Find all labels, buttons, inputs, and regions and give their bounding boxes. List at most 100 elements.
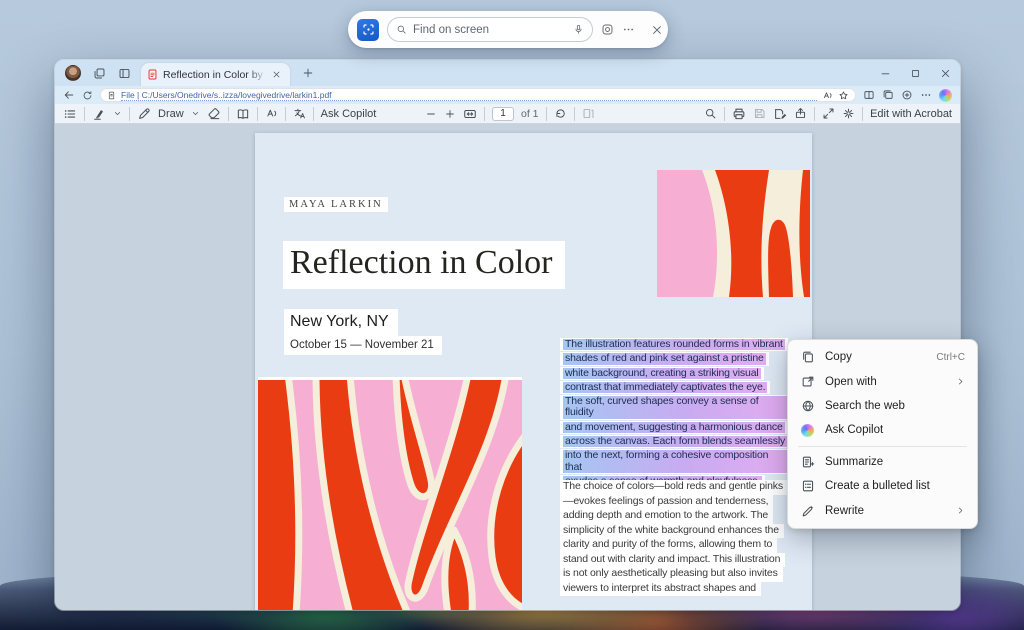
visual-search-icon[interactable] xyxy=(601,23,614,36)
settings-and-more-icon[interactable] xyxy=(920,89,932,101)
menu-item-summarize[interactable]: Summarize xyxy=(792,450,973,474)
page-view-icon[interactable] xyxy=(236,107,250,121)
close-button[interactable] xyxy=(930,60,960,86)
menu-item-bulleted-list[interactable]: Create a bulleted list xyxy=(792,474,973,498)
find-input[interactable] xyxy=(413,24,567,36)
minimize-button[interactable] xyxy=(870,60,900,86)
new-tab-icon[interactable] xyxy=(302,67,314,79)
highlighted-line[interactable]: across the canvas. Each form blends seam… xyxy=(560,435,790,448)
text-line: adding depth and emotion to the artwork.… xyxy=(560,509,773,524)
favorites-star-icon[interactable] xyxy=(838,90,849,101)
draw-chevron-icon[interactable] xyxy=(191,109,200,118)
divider xyxy=(574,107,575,121)
exhibition-location: New York, NY xyxy=(284,309,398,336)
tab-strip: Reflection in Color by Maya Larki xyxy=(55,60,960,86)
pdf-settings-gear-icon[interactable] xyxy=(842,107,855,120)
desktop: Reflection in Color by Maya Larki File |… xyxy=(0,0,1024,630)
highlighted-paragraph: The illustration features rounded forms … xyxy=(560,338,792,489)
tab-actions-icon[interactable] xyxy=(118,67,131,80)
maximize-button[interactable] xyxy=(900,60,930,86)
url-text: File | C:/Users/Onedrive/s..izza/lovegiv… xyxy=(121,90,817,101)
text-line: is not only aesthetically pleasing but a… xyxy=(560,567,783,582)
artwork-bottom-left xyxy=(258,377,522,610)
read-aloud-icon[interactable] xyxy=(822,90,833,101)
menu-item-search-web[interactable]: Search the web xyxy=(792,394,973,418)
menu-item-ask-copilot[interactable]: Ask Copilot xyxy=(792,418,973,442)
refresh-icon[interactable] xyxy=(82,90,93,101)
microphone-icon[interactable] xyxy=(573,24,584,35)
menu-item-copy[interactable]: Copy Ctrl+C xyxy=(792,345,973,369)
search-icon xyxy=(396,24,407,35)
text-line: stand out with clarity and impact. This … xyxy=(560,553,785,568)
draw-label[interactable]: Draw xyxy=(158,108,184,120)
back-icon[interactable] xyxy=(63,89,75,101)
table-of-contents-icon[interactable] xyxy=(63,107,77,121)
divider xyxy=(814,107,815,121)
menu-divider xyxy=(798,446,967,447)
submenu-chevron-icon xyxy=(956,506,965,515)
workspaces-icon[interactable] xyxy=(93,67,106,80)
share-icon[interactable] xyxy=(794,107,807,120)
highlighted-line[interactable]: contrast that immediately captivates the… xyxy=(560,381,770,394)
fullscreen-icon[interactable] xyxy=(822,107,835,120)
exhibition-dates: October 15 — November 21 xyxy=(284,336,442,355)
find-search-box[interactable] xyxy=(387,17,593,42)
highlighter-chevron-icon[interactable] xyxy=(113,109,122,118)
draw-pen-icon[interactable] xyxy=(137,107,151,121)
page-number-input[interactable]: 1 xyxy=(492,107,514,121)
print-icon[interactable] xyxy=(732,107,746,121)
globe-icon xyxy=(800,399,815,413)
zoom-out-icon[interactable] xyxy=(425,108,437,120)
text-line: simplicity of the white background enhan… xyxy=(560,524,784,539)
divider xyxy=(484,107,485,121)
artist-name: MAYA LARKIN xyxy=(284,197,388,212)
fit-to-width-icon[interactable] xyxy=(463,107,477,121)
rotate-icon[interactable] xyxy=(554,107,567,120)
rewrite-icon xyxy=(800,504,815,518)
window-controls xyxy=(870,60,960,86)
menu-item-open-with[interactable]: Open with xyxy=(792,369,973,393)
save-as-icon[interactable] xyxy=(773,107,787,121)
more-options-icon[interactable] xyxy=(622,23,635,36)
split-screen-icon[interactable] xyxy=(863,89,875,101)
collections-icon[interactable] xyxy=(882,89,894,101)
read-aloud-icon[interactable] xyxy=(265,107,278,120)
submenu-chevron-icon xyxy=(956,377,965,386)
tab-close-icon[interactable] xyxy=(272,70,281,79)
highlighted-line[interactable]: shades of red and pink set against a pri… xyxy=(560,352,769,365)
zoom-in-icon[interactable] xyxy=(444,108,456,120)
search-document-icon[interactable] xyxy=(704,107,717,120)
divider xyxy=(257,107,258,121)
highlighter-icon[interactable] xyxy=(92,107,106,121)
copilot-icon xyxy=(800,424,815,437)
text-line: clarity and purity of the forms, allowin… xyxy=(560,538,777,553)
ask-copilot-button[interactable]: Ask Copilot xyxy=(321,108,377,120)
open-with-icon xyxy=(800,375,815,389)
profile-avatar[interactable] xyxy=(65,65,81,81)
browser-essentials-icon[interactable] xyxy=(901,89,913,101)
translate-icon[interactable] xyxy=(293,107,306,120)
eraser-icon[interactable] xyxy=(207,107,221,121)
address-bar[interactable]: File | C:/Users/Onedrive/s..izza/lovegiv… xyxy=(100,88,856,102)
edit-with-acrobat-button[interactable]: Edit with Acrobat xyxy=(870,108,952,120)
text-line: viewers to interpret its abstract shapes… xyxy=(560,582,761,597)
save-icon[interactable] xyxy=(753,107,766,120)
screen-capture-icon[interactable] xyxy=(357,19,379,41)
highlighted-line[interactable]: The illustration features rounded forms … xyxy=(560,338,788,351)
close-find-icon[interactable] xyxy=(651,24,663,36)
highlighted-line[interactable]: white background, creating a striking vi… xyxy=(560,367,764,380)
copilot-icon[interactable] xyxy=(939,89,952,102)
highlighted-line[interactable]: and movement, suggesting a harmonious da… xyxy=(560,421,788,434)
divider xyxy=(546,107,547,121)
artwork-top-right xyxy=(657,170,810,297)
tab-reflection-in-color[interactable]: Reflection in Color by Maya Larki xyxy=(141,63,290,86)
highlighted-line[interactable]: into the next, forming a cohesive compos… xyxy=(560,449,792,474)
page-thumbnails-icon[interactable] xyxy=(582,107,595,120)
tab-title: Reflection in Color by Maya Larki xyxy=(163,69,267,81)
menu-item-rewrite[interactable]: Rewrite xyxy=(792,498,973,522)
divider xyxy=(129,107,130,121)
divider xyxy=(84,107,85,121)
find-on-screen-bar xyxy=(348,11,668,48)
highlighted-line[interactable]: The soft, curved shapes convey a sense o… xyxy=(560,395,792,420)
divider xyxy=(862,107,863,121)
